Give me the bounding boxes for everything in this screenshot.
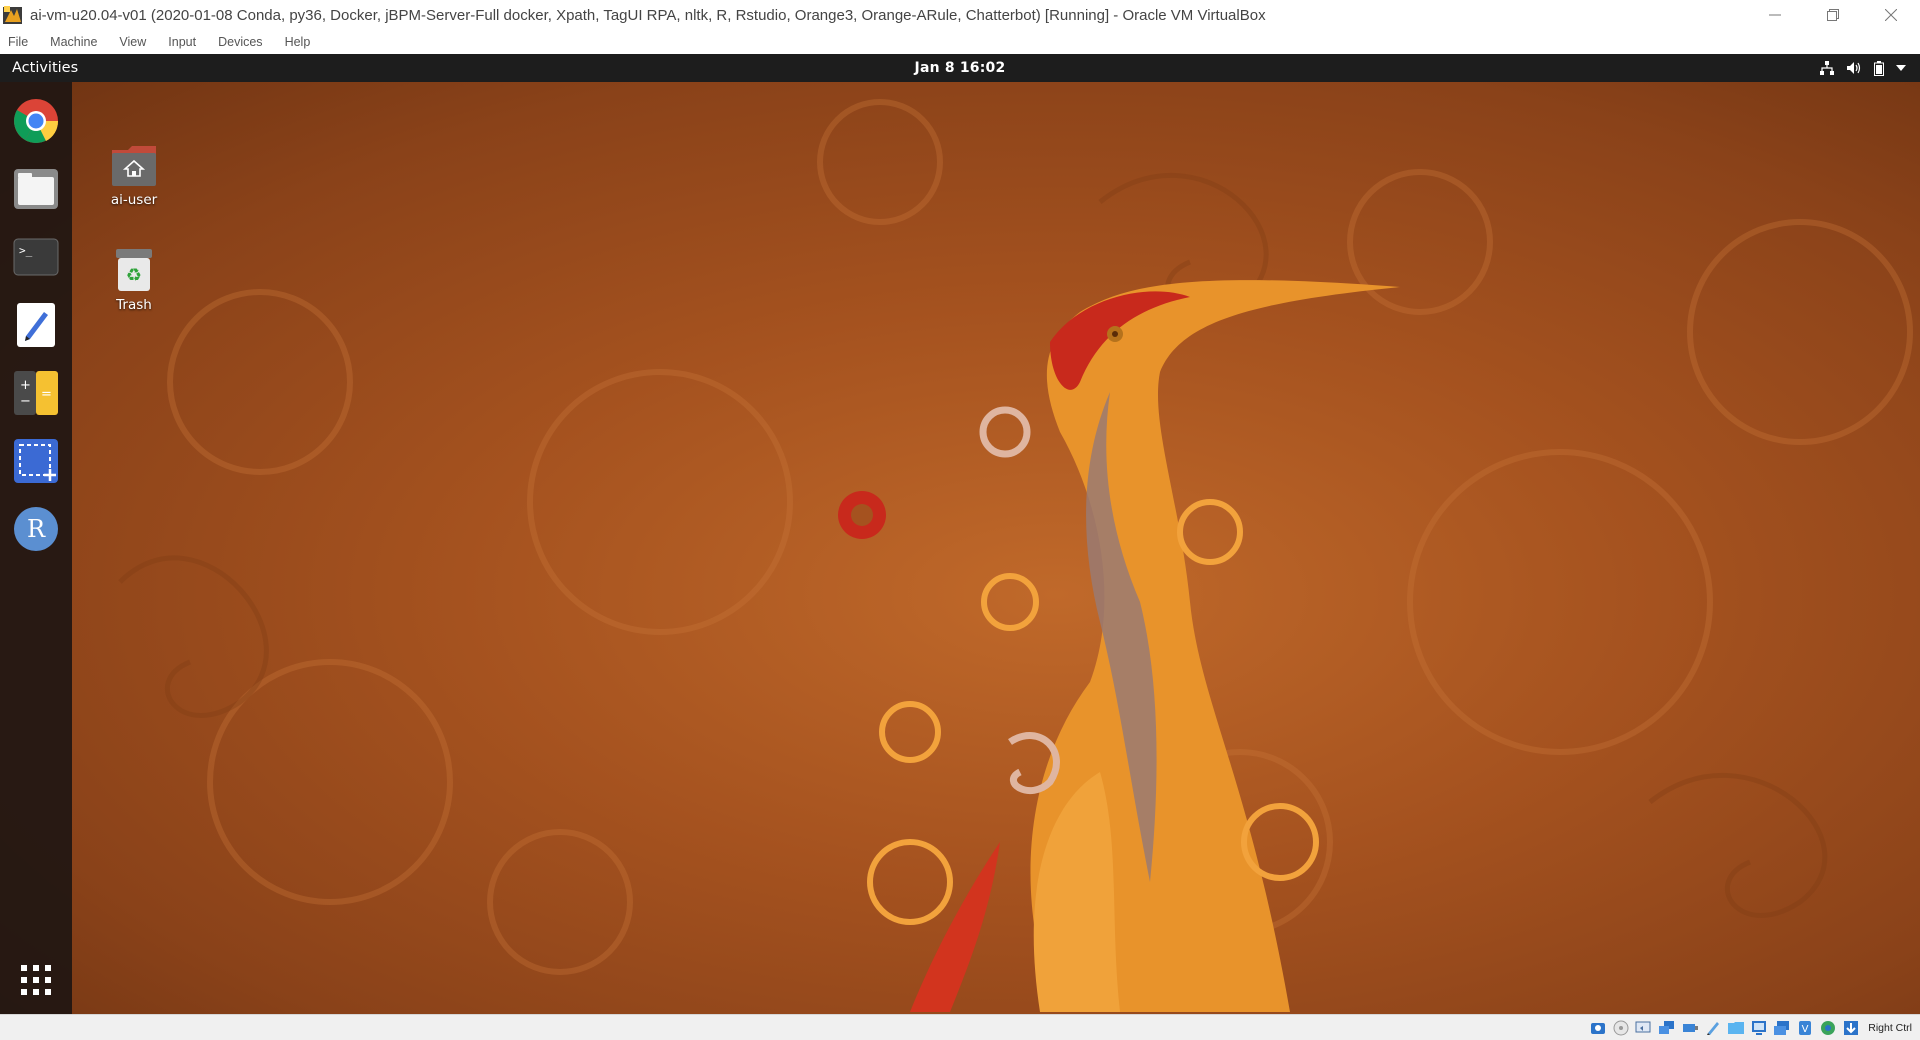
calculator-icon: + − =	[14, 371, 58, 415]
network-icon[interactable]	[1820, 61, 1834, 75]
host-key-label: Right Ctrl	[1868, 1022, 1912, 1034]
menu-input[interactable]: Input	[168, 35, 196, 49]
show-applications-icon	[21, 965, 51, 995]
virtualbox-titlebar: ai-vm-u20.04-v01 (2020-01-08 Conda, py36…	[0, 0, 1920, 30]
svg-text:−: −	[20, 394, 31, 409]
window-title: ai-vm-u20.04-v01 (2020-01-08 Conda, py36…	[30, 6, 1266, 24]
menu-view[interactable]: View	[119, 35, 146, 49]
dock-item-calculator[interactable]: + − =	[8, 365, 64, 421]
menu-help[interactable]: Help	[285, 35, 311, 49]
virtualbox-menubar: File Machine View Input Devices Help	[0, 30, 1920, 54]
system-tray[interactable]	[1820, 54, 1906, 82]
menu-machine[interactable]: Machine	[50, 35, 97, 49]
dock: >_ + − = R	[0, 82, 72, 1014]
close-icon[interactable]	[1862, 0, 1920, 30]
chrome-icon	[14, 99, 59, 143]
host-key-icon[interactable]	[1841, 1018, 1861, 1038]
network-icon[interactable]	[1657, 1018, 1677, 1038]
clock[interactable]: Jan 8 16:02	[915, 60, 1006, 76]
virtualbox-app-icon	[2, 4, 24, 26]
virtualbox-statusbar: V Right Ctrl	[0, 1014, 1920, 1040]
svg-text:>_: >_	[19, 244, 33, 257]
dock-item-text-editor[interactable]	[8, 297, 64, 353]
window-controls	[1746, 0, 1920, 30]
trash-icon: ♻	[116, 249, 152, 291]
system-menu-arrow-icon[interactable]	[1896, 65, 1906, 71]
guest-additions-icon[interactable]	[1818, 1018, 1838, 1038]
dock-item-screenshot[interactable]	[8, 433, 64, 489]
recording-icon[interactable]	[1749, 1018, 1769, 1038]
guest-screen: ai-user ♻ Trash Activities Jan 8 16:02 >…	[0, 54, 1920, 1014]
menu-devices[interactable]: Devices	[218, 35, 262, 49]
display-icon[interactable]	[1726, 1018, 1746, 1038]
restore-icon[interactable]	[1804, 0, 1862, 30]
home-folder-icon	[112, 146, 156, 186]
battery-icon[interactable]	[1874, 60, 1884, 76]
status-icons: V Right Ctrl	[1588, 1018, 1912, 1038]
svg-text:V: V	[1802, 1024, 1809, 1035]
dock-item-terminal[interactable]: >_	[8, 229, 64, 285]
screenshot-icon	[14, 439, 58, 483]
dock-item-chrome[interactable]	[8, 93, 64, 149]
dock-item-files[interactable]	[8, 161, 64, 217]
files-icon	[14, 169, 58, 209]
terminal-icon: >_	[13, 238, 59, 276]
svg-text:=: =	[41, 387, 52, 402]
mouse-integration-icon[interactable]: V	[1795, 1018, 1815, 1038]
svg-text:♻: ♻	[126, 265, 142, 286]
dock-item-r[interactable]: R	[8, 501, 64, 557]
svg-text:+: +	[20, 378, 31, 393]
minimize-icon[interactable]	[1746, 0, 1804, 30]
r-icon: R	[14, 507, 58, 551]
desktop-icon-home[interactable]: ai-user	[89, 144, 179, 208]
optical-drive-icon[interactable]	[1611, 1018, 1631, 1038]
usb-icon[interactable]	[1680, 1018, 1700, 1038]
desktop-icon-trash[interactable]: ♻ Trash	[89, 247, 179, 313]
svg-text:R: R	[27, 515, 46, 543]
gnome-topbar: Activities Jan 8 16:02	[0, 54, 1920, 82]
shared-folders-icon[interactable]	[1703, 1018, 1723, 1038]
cpu-icon[interactable]	[1772, 1018, 1792, 1038]
activities-button[interactable]: Activities	[0, 60, 78, 76]
text-editor-icon	[17, 303, 55, 347]
desktop-icon-label: ai-user	[110, 192, 158, 208]
desktop-background: ai-user ♻ Trash	[0, 82, 1920, 1014]
audio-icon[interactable]	[1634, 1018, 1654, 1038]
wallpaper-artwork	[118, 99, 1913, 1012]
volume-icon[interactable]	[1846, 61, 1862, 75]
desktop-icon-label: Trash	[116, 297, 152, 313]
show-applications-button[interactable]	[8, 952, 64, 1008]
hard-disk-icon[interactable]	[1588, 1018, 1608, 1038]
menu-file[interactable]: File	[8, 35, 28, 49]
